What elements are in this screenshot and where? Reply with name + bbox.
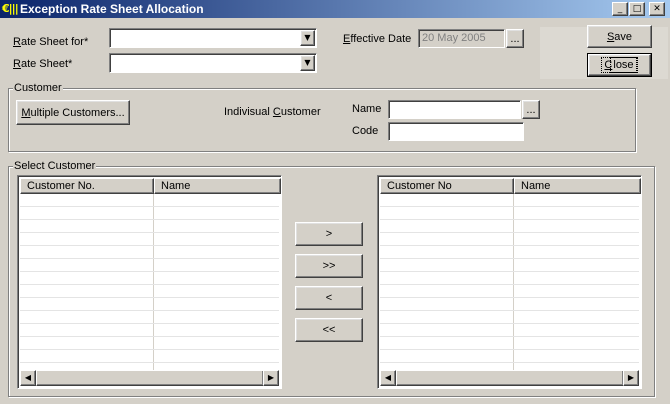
list-row[interactable] [20, 272, 279, 285]
list-row[interactable] [380, 220, 639, 233]
customer-code-label: Code [352, 125, 379, 137]
customer-group-legend: Customer [13, 82, 63, 94]
title-bar: €||| Exception Rate Sheet Allocation _ □… [0, 0, 670, 18]
list-row[interactable] [20, 259, 279, 272]
selected-customers-list[interactable]: Customer No Name ◀ ▶ [377, 175, 642, 389]
customer-name-label: Name [352, 103, 382, 115]
save-button[interactable]: Save [587, 25, 652, 48]
customer-lookup-button[interactable]: ... [522, 100, 540, 119]
move-one-left-button[interactable]: < [295, 286, 363, 310]
window-title: Exception Rate Sheet Allocation [20, 2, 204, 16]
list-row[interactable] [380, 207, 639, 220]
available-customers-list[interactable]: Customer No. Name ◀ ▶ [17, 175, 282, 389]
list-row[interactable] [380, 350, 639, 363]
list-row[interactable] [380, 311, 639, 324]
list-header: Customer No Name [380, 178, 641, 194]
app-icon: €||| [2, 2, 19, 15]
customer-code-field[interactable] [388, 122, 524, 141]
individual-customer-label: Indivisual Customer [224, 106, 321, 118]
scroll-thumb[interactable] [396, 370, 624, 386]
list-rows [380, 194, 639, 370]
horizontal-scrollbar[interactable]: ◀ ▶ [20, 370, 279, 386]
list-row[interactable] [380, 246, 639, 259]
close-window-button[interactable]: ✕ [649, 2, 665, 16]
effective-date-label: Effective Date [343, 33, 412, 45]
list-row[interactable] [20, 285, 279, 298]
list-header: Customer No. Name [20, 178, 281, 194]
move-all-right-button[interactable]: >> [295, 254, 363, 278]
date-picker-button[interactable]: ... [506, 29, 524, 48]
list-row[interactable] [20, 246, 279, 259]
column-header-customer-no[interactable]: Customer No. [20, 178, 154, 194]
multiple-customers-button[interactable]: Multiple Customers... [16, 100, 130, 125]
list-row[interactable] [20, 337, 279, 350]
list-row[interactable] [20, 194, 279, 207]
list-row[interactable] [380, 259, 639, 272]
list-row[interactable] [380, 285, 639, 298]
list-row[interactable] [380, 324, 639, 337]
column-header-name[interactable]: Name [514, 178, 641, 194]
move-one-right-button[interactable]: > [295, 222, 363, 246]
horizontal-scrollbar[interactable]: ◀ ▶ [380, 370, 639, 386]
list-rows [20, 194, 279, 370]
list-row[interactable] [20, 311, 279, 324]
chevron-down-icon[interactable]: ▼ [300, 30, 315, 46]
scroll-left-icon[interactable]: ◀ [380, 370, 396, 386]
select-customer-legend: Select Customer [13, 160, 97, 172]
minimize-button[interactable]: _ [612, 2, 628, 16]
scroll-thumb[interactable] [36, 370, 264, 386]
list-row[interactable] [20, 220, 279, 233]
chevron-down-icon[interactable]: ▼ [300, 55, 315, 71]
rate-sheet-for-dropdown[interactable]: ▼ [109, 28, 317, 48]
effective-date-field[interactable]: 20 May 2005 [418, 29, 505, 48]
list-row[interactable] [20, 324, 279, 337]
scroll-right-icon[interactable]: ▶ [263, 370, 279, 386]
rate-sheet-dropdown[interactable]: ▼ [109, 53, 317, 73]
column-header-customer-no[interactable]: Customer No [380, 178, 514, 194]
list-row[interactable] [20, 207, 279, 220]
rate-sheet-for-label: Rate Sheet for* [13, 36, 89, 48]
scroll-left-icon[interactable]: ◀ [20, 370, 36, 386]
customer-name-field[interactable] [388, 100, 521, 119]
list-row[interactable] [380, 337, 639, 350]
list-row[interactable] [380, 233, 639, 246]
maximize-button[interactable]: □ [629, 2, 645, 16]
close-button[interactable]: Close [587, 53, 652, 77]
column-header-name[interactable]: Name [154, 178, 281, 194]
list-row[interactable] [20, 350, 279, 363]
list-row[interactable] [20, 298, 279, 311]
list-row[interactable] [380, 194, 639, 207]
list-row[interactable] [20, 233, 279, 246]
move-all-left-button[interactable]: << [295, 318, 363, 342]
scroll-right-icon[interactable]: ▶ [623, 370, 639, 386]
rate-sheet-label: Rate Sheet* [13, 58, 73, 70]
list-row[interactable] [380, 298, 639, 311]
list-row[interactable] [380, 272, 639, 285]
